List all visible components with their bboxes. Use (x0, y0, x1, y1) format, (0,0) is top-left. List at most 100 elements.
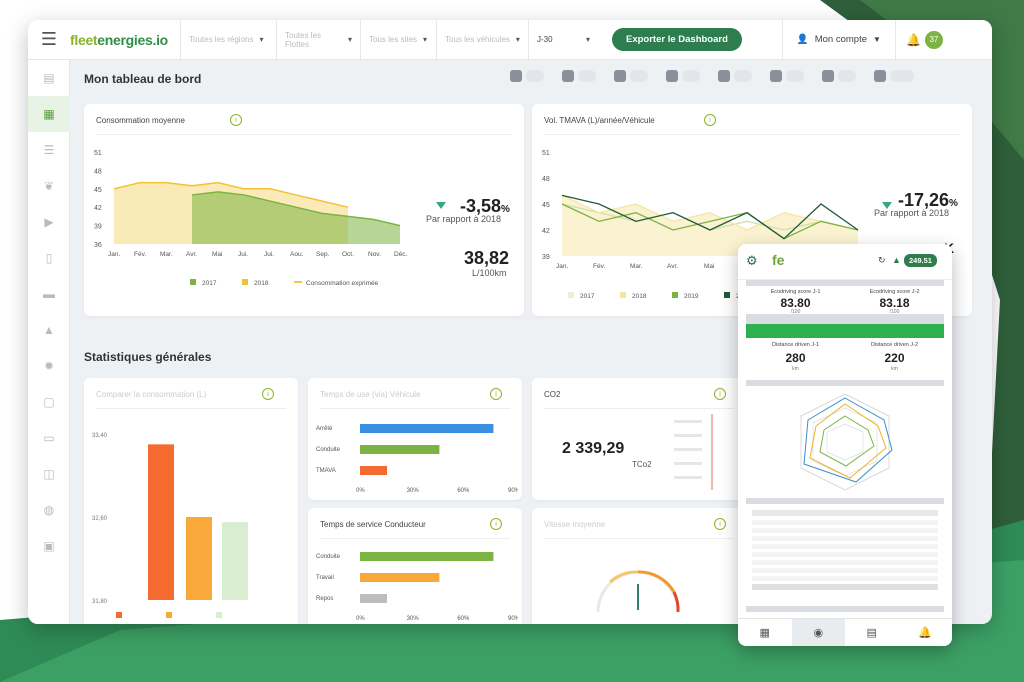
bar-Conduite (360, 445, 440, 454)
notification-badge: 37 (924, 30, 943, 49)
legend-swatch (190, 279, 196, 285)
fuel-icon[interactable]: ▯ (28, 240, 70, 276)
calendar-icon[interactable]: ▣ (28, 528, 70, 564)
map-icon[interactable]: ◫ (28, 456, 70, 492)
co2-unit: TCo2 (632, 460, 652, 469)
mobile-logo: fe (772, 252, 785, 268)
vehicle-type-toggle[interactable] (614, 70, 648, 82)
x-tick-label: Mai (212, 251, 222, 258)
x-tick-label: 30% (407, 488, 420, 494)
legend-swatch (672, 292, 678, 298)
card-title: Temps de service Conducteur (320, 520, 426, 529)
play-icon[interactable]: ▶ (28, 204, 70, 240)
chat-icon[interactable]: ▢ (28, 384, 70, 420)
x-tick-label: Jui. (264, 251, 274, 258)
list-icon[interactable]: ☰ (28, 132, 70, 168)
settings-icon[interactable]: ✹ (28, 348, 70, 384)
kpi-change-value: -3,58 (460, 196, 502, 216)
mobile-header: ⚙ fe ↻ ▲ 249.51 (738, 244, 952, 280)
legend-swatch (620, 292, 626, 298)
legend-swatch (242, 279, 248, 285)
refresh-icon[interactable]: ↻ (878, 255, 886, 266)
category-label: Conduite (316, 447, 341, 453)
vehicle-type-toggle[interactable] (562, 70, 596, 82)
bell-icon: 🔔 (905, 32, 921, 47)
dashboard-icon[interactable]: ▦ (28, 96, 70, 132)
category-label: Conduite (316, 554, 341, 560)
info-icon[interactable]: i (262, 388, 274, 400)
x-tick-label: Aou. (290, 251, 304, 258)
x-tick-label: 0% (356, 488, 365, 494)
vehicle-type-toggle[interactable] (822, 70, 856, 82)
info-icon[interactable]: i (490, 518, 502, 530)
speed-card: Vitesse moyenne i (532, 508, 746, 624)
mobile-bottom-nav: ▦ ◉ ▤ 🔔 (738, 618, 952, 646)
y-tick-label: 42 (542, 228, 550, 235)
building-icon[interactable]: ▤ (28, 60, 70, 96)
monitor-icon[interactable]: ▭ (28, 420, 70, 456)
co2-mini-scale (674, 414, 713, 490)
gear-icon[interactable]: ⚙ (746, 253, 758, 269)
info-icon[interactable]: i (714, 518, 726, 530)
export-dashboard-button[interactable]: Exporter le Dashboard (612, 28, 742, 51)
compare-chart: 33,40 32,60 31,80 (92, 433, 248, 618)
bar-Conduite (360, 552, 494, 561)
app-logo[interactable]: fleetenergies.io (70, 32, 180, 48)
vehicle-type-toggle[interactable] (510, 70, 544, 82)
x-tick-label: Jan. (108, 251, 120, 258)
distance-unit: km (792, 366, 799, 372)
y-tick-label: 48 (94, 168, 102, 175)
filter-region[interactable]: Toutes les régions ▾ (180, 20, 276, 60)
score-unit: /100 (889, 309, 900, 315)
info-icon[interactable]: i (704, 114, 716, 126)
filter-period[interactable]: J-30 ▾ (528, 20, 598, 60)
vehicle-type-toggle[interactable] (874, 70, 914, 82)
legend-label: Consommation exprimée (306, 280, 379, 287)
conso-kpi-value: 38,82 (464, 248, 510, 268)
logo-text-2: energies.io (97, 31, 168, 48)
card-title: Comparer la consommation (L) (96, 390, 207, 399)
vehicle-type-toggle[interactable] (718, 70, 752, 82)
globe-icon[interactable]: ◍ (28, 492, 70, 528)
co2-card: CO2 i 2 339,29 TCo2 (532, 378, 746, 500)
x-tick-label: Jui. (238, 251, 248, 258)
vehicle-type-toggle[interactable] (770, 70, 804, 82)
bell-icon[interactable]: 🔔 (899, 619, 953, 646)
info-icon[interactable]: i (230, 114, 242, 126)
x-tick-label: Mai (704, 263, 714, 270)
warning-icon[interactable]: ▲ (28, 312, 70, 348)
indicator-rows (752, 510, 938, 590)
eye-icon[interactable]: ◉ (791, 619, 845, 646)
notifications-button[interactable]: 🔔 37 (894, 20, 953, 60)
vehicle-type-toggle[interactable] (666, 70, 700, 82)
menu-icon[interactable]: ☰ (28, 29, 70, 50)
x-tick-label: Nov. (368, 251, 381, 258)
legend-swatch (568, 292, 574, 298)
ecodriving-j2-value: 83.18 (879, 296, 910, 310)
filter-vehicle[interactable]: Tous les véhicules ▾ (436, 20, 528, 60)
filter-site[interactable]: Tous les sites ▾ (360, 20, 436, 60)
vehicle-type-filters (510, 70, 914, 82)
card-title: CO2 (544, 390, 561, 399)
leaf-icon[interactable]: ❦ (28, 168, 70, 204)
dashboard-icon[interactable]: ▦ (738, 619, 792, 646)
info-icon[interactable]: i (490, 388, 502, 400)
account-menu[interactable]: 👤 Mon compte ▼ (781, 20, 895, 60)
truck-icon[interactable]: ▬ (28, 276, 70, 312)
filter-fleet[interactable]: Toutes les Flottes ▾ (276, 20, 360, 60)
chat-icon[interactable]: ▤ (845, 619, 899, 646)
info-icon[interactable]: i (714, 388, 726, 400)
card-title: Vitesse moyenne (544, 520, 606, 529)
y-tick-label: 42 (94, 205, 102, 212)
ecodriving-j1-value: 83.80 (780, 296, 811, 310)
lock-icon: ▲ (892, 255, 901, 265)
x-tick-label: 30% (407, 616, 420, 622)
kpi-change-value: -17,26 (898, 190, 950, 210)
legend-swatch (116, 612, 122, 618)
distance-j2-value: 220 (884, 351, 905, 365)
y-tick-label: 39 (542, 254, 550, 261)
legend-label: 2017 (580, 293, 595, 300)
category-label: TMAVA (316, 468, 336, 474)
account-label: Mon compte (814, 34, 868, 45)
kpi-pct: % (949, 198, 958, 209)
